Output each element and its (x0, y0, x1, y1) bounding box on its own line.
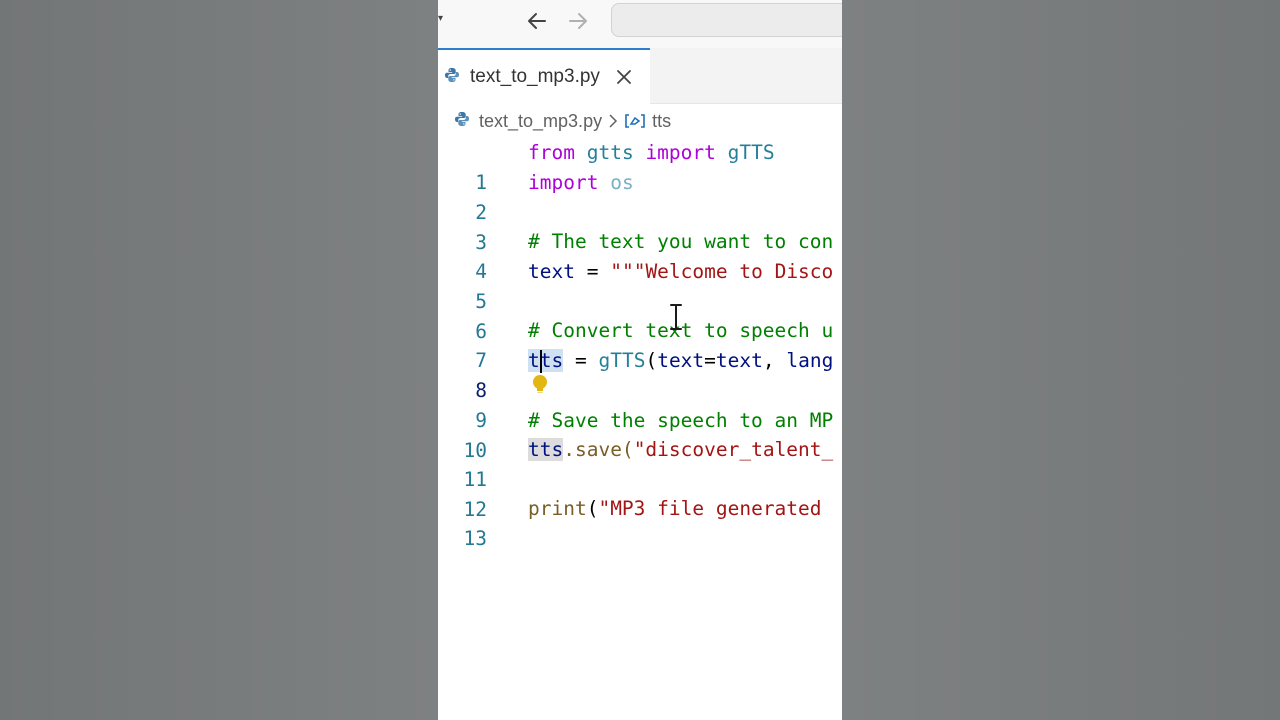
python-icon (454, 111, 470, 132)
code-token: "discover_talent_ (633, 438, 834, 461)
command-center-search[interactable] (611, 3, 842, 37)
tab-label: text_to_mp3.py (470, 66, 600, 87)
line-number: 13 (463, 527, 487, 550)
editor-window: ▾ text_to_mp3.py text_to_mp3.py tts 1 fr… (438, 0, 842, 720)
code-line[interactable]: 3 (438, 198, 842, 254)
close-icon[interactable] (614, 67, 634, 87)
code-token: # Save the speech to an MP (528, 409, 834, 432)
lightbulb-icon[interactable] (531, 374, 549, 396)
code-line[interactable]: 1 from gtts import gTTS (438, 138, 842, 194)
breadcrumb: text_to_mp3.py tts (438, 104, 842, 138)
code-line[interactable]: 13 print("MP3 file generated (438, 494, 842, 550)
code-line[interactable]: 11 tts.save("discover_talent_ (438, 435, 842, 491)
letterbox-right (842, 0, 1280, 720)
text-cursor-icon (669, 303, 683, 331)
code-line-active[interactable]: 8 tts = gTTS(text=text, lang (438, 346, 842, 402)
code-token: import (645, 141, 716, 164)
code-token: # The text you want to con (528, 230, 834, 253)
code-token: tts (528, 349, 564, 372)
text-caret (540, 350, 542, 373)
code-token: = (704, 349, 716, 372)
code-token: ( (586, 497, 599, 520)
code-token: = (586, 260, 599, 283)
code-line[interactable]: 12 (438, 465, 842, 521)
breadcrumb-symbol[interactable]: tts (652, 111, 671, 132)
code-token: "MP3 file generated (598, 497, 834, 520)
code-line[interactable]: 10 # Save the speech to an MP (438, 406, 842, 462)
arrow-left-icon[interactable] (524, 8, 550, 34)
code-token: print (528, 497, 587, 520)
code-line[interactable]: 9 (438, 376, 842, 432)
code-token: gtts (586, 141, 634, 164)
code-token: lang (786, 349, 834, 372)
breadcrumb-file[interactable]: text_to_mp3.py (479, 111, 602, 132)
code-line[interactable]: 6 (438, 287, 842, 343)
code-token: , (762, 349, 787, 372)
menu-caret-icon[interactable]: ▾ (438, 14, 443, 24)
symbol-variable-icon (624, 113, 646, 129)
python-icon (444, 67, 460, 88)
code-token: os (610, 171, 634, 194)
editor-tab-bar: text_to_mp3.py (438, 48, 842, 104)
code-token: .save( (563, 438, 634, 461)
code-token: = (574, 349, 587, 372)
arrow-right-icon[interactable] (565, 8, 591, 34)
code-token: text (715, 349, 763, 372)
code-token: from (528, 141, 575, 164)
code-token: gTTS (727, 141, 775, 164)
code-token: text (657, 349, 705, 372)
code-token: tts (528, 438, 564, 461)
code-token: import (528, 171, 599, 194)
title-bar: ▾ (438, 0, 842, 48)
code-token: gTTS (598, 349, 646, 372)
letterbox-left (0, 0, 438, 720)
code-line[interactable]: 7 # Convert text to speech u (438, 316, 842, 372)
code-token: text (528, 260, 575, 283)
code-token: ( (645, 349, 658, 372)
code-line[interactable]: 2 import os (438, 168, 842, 224)
code-editor[interactable]: 1 from gtts import gTTS 2 import os 3 4 … (438, 138, 842, 720)
chevron-right-icon (608, 114, 618, 128)
code-token: """Welcome to Disco (610, 260, 834, 283)
code-line[interactable]: 4 # The text you want to con (438, 227, 842, 283)
code-line[interactable]: 5 text = """Welcome to Disco (438, 257, 842, 313)
tab-text-to-mp3[interactable]: text_to_mp3.py (438, 48, 650, 104)
